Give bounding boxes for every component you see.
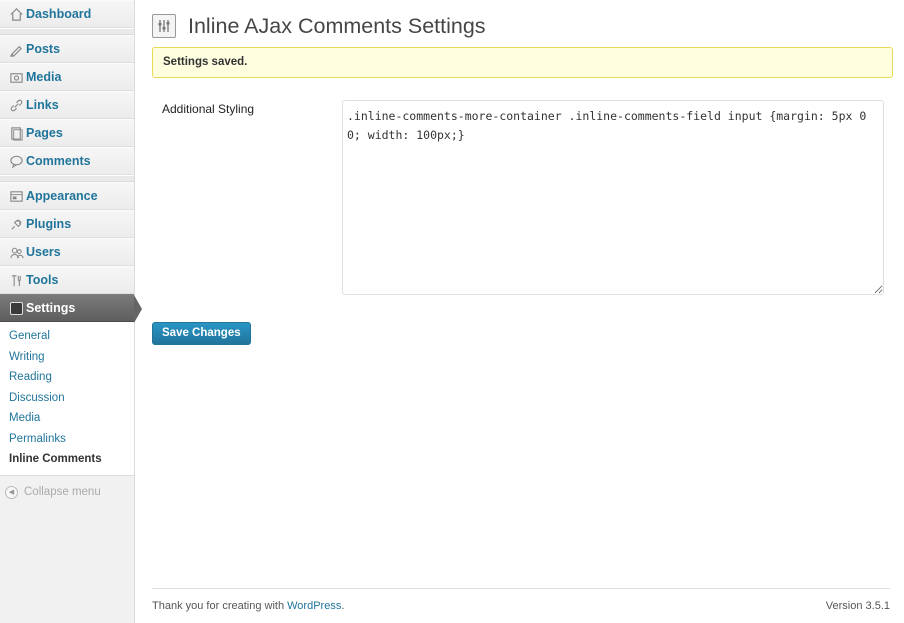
submenu-discussion[interactable]: Discussion bbox=[0, 388, 134, 409]
sidebar-item-label: Users bbox=[26, 245, 61, 259]
menu-separator bbox=[0, 28, 134, 35]
sidebar-item-label: Pages bbox=[26, 126, 63, 140]
collapse-menu-label: Collapse menu bbox=[24, 486, 101, 498]
links-icon bbox=[8, 97, 24, 113]
sidebar-item-appearance[interactable]: Appearance bbox=[0, 182, 134, 210]
submenu-inline-comments[interactable]: Inline Comments bbox=[0, 449, 134, 470]
submenu-writing[interactable]: Writing bbox=[0, 347, 134, 368]
sidebar-item-links[interactable]: Links bbox=[0, 91, 134, 119]
submenu-general[interactable]: General bbox=[0, 326, 134, 347]
settings-page-icon bbox=[152, 14, 176, 38]
sidebar-item-comments[interactable]: Comments bbox=[0, 147, 134, 175]
footer-thanks: Thank you for creating with WordPress. bbox=[152, 600, 344, 612]
submenu-permalinks[interactable]: Permalinks bbox=[0, 429, 134, 450]
sidebar-item-label: Tools bbox=[26, 273, 59, 287]
sidebar-item-label: Media bbox=[26, 70, 62, 84]
sidebar-item-posts[interactable]: Posts bbox=[0, 35, 134, 63]
sidebar-item-dashboard[interactable]: Dashboard bbox=[0, 0, 134, 28]
pages-icon bbox=[8, 125, 24, 141]
collapse-menu-button[interactable]: ◀ Collapse menu bbox=[0, 476, 134, 499]
additional-styling-label: Additional Styling bbox=[162, 102, 255, 116]
submenu-reading[interactable]: Reading bbox=[0, 367, 134, 388]
submenu-media[interactable]: Media bbox=[0, 408, 134, 429]
dashboard-icon bbox=[8, 6, 24, 22]
wordpress-link[interactable]: WordPress bbox=[287, 600, 341, 612]
sidebar-item-plugins[interactable]: Plugins bbox=[0, 210, 134, 238]
footer-thanks-text: Thank you for creating with bbox=[152, 600, 288, 612]
save-changes-button[interactable]: Save Changes bbox=[152, 322, 251, 345]
footer-thanks-period: . bbox=[341, 600, 345, 612]
tools-icon bbox=[8, 272, 24, 288]
sidebar-item-label: Appearance bbox=[26, 189, 98, 203]
sidebar-item-label: Comments bbox=[26, 154, 91, 168]
additional-styling-textarea[interactable]: .inline-comments-more-container .inline-… bbox=[342, 100, 884, 295]
sidebar-item-pages[interactable]: Pages bbox=[0, 119, 134, 147]
main-content: Inline AJax Comments Settings Settings s… bbox=[152, 0, 894, 345]
sidebar-item-label: Links bbox=[26, 98, 59, 112]
sidebar-item-label: Posts bbox=[26, 42, 61, 56]
sidebar-item-label: Dashboard bbox=[26, 7, 92, 21]
sidebar-item-users[interactable]: Users bbox=[0, 238, 134, 266]
appearance-icon bbox=[8, 188, 24, 204]
sidebar-item-media[interactable]: Media bbox=[0, 63, 134, 91]
settings-icon bbox=[8, 300, 24, 316]
users-icon bbox=[8, 244, 24, 260]
settings-saved-notice: Settings saved. bbox=[152, 47, 893, 78]
sidebar-item-settings[interactable]: Settings bbox=[0, 294, 142, 323]
page-header: Inline AJax Comments Settings bbox=[152, 0, 894, 51]
comments-icon bbox=[8, 153, 24, 169]
admin-sidebar: Dashboard Posts Media Links Pages Commen… bbox=[0, 0, 142, 623]
posts-icon bbox=[8, 41, 24, 57]
footer-version: Version 3.5.1 bbox=[825, 600, 890, 612]
settings-submenu: General Writing Reading Discussion Media… bbox=[0, 322, 134, 476]
sidebar-item-tools[interactable]: Tools bbox=[0, 266, 134, 294]
sidebar-item-label: Plugins bbox=[26, 217, 72, 231]
collapse-arrow-icon: ◀ bbox=[5, 485, 18, 499]
footer: Thank you for creating with WordPress. V… bbox=[152, 588, 890, 612]
plugins-icon bbox=[8, 216, 24, 232]
page-title: Inline AJax Comments Settings bbox=[188, 13, 486, 38]
media-icon bbox=[8, 69, 24, 85]
menu-separator bbox=[0, 175, 134, 182]
sidebar-item-label: Settings bbox=[26, 301, 76, 315]
